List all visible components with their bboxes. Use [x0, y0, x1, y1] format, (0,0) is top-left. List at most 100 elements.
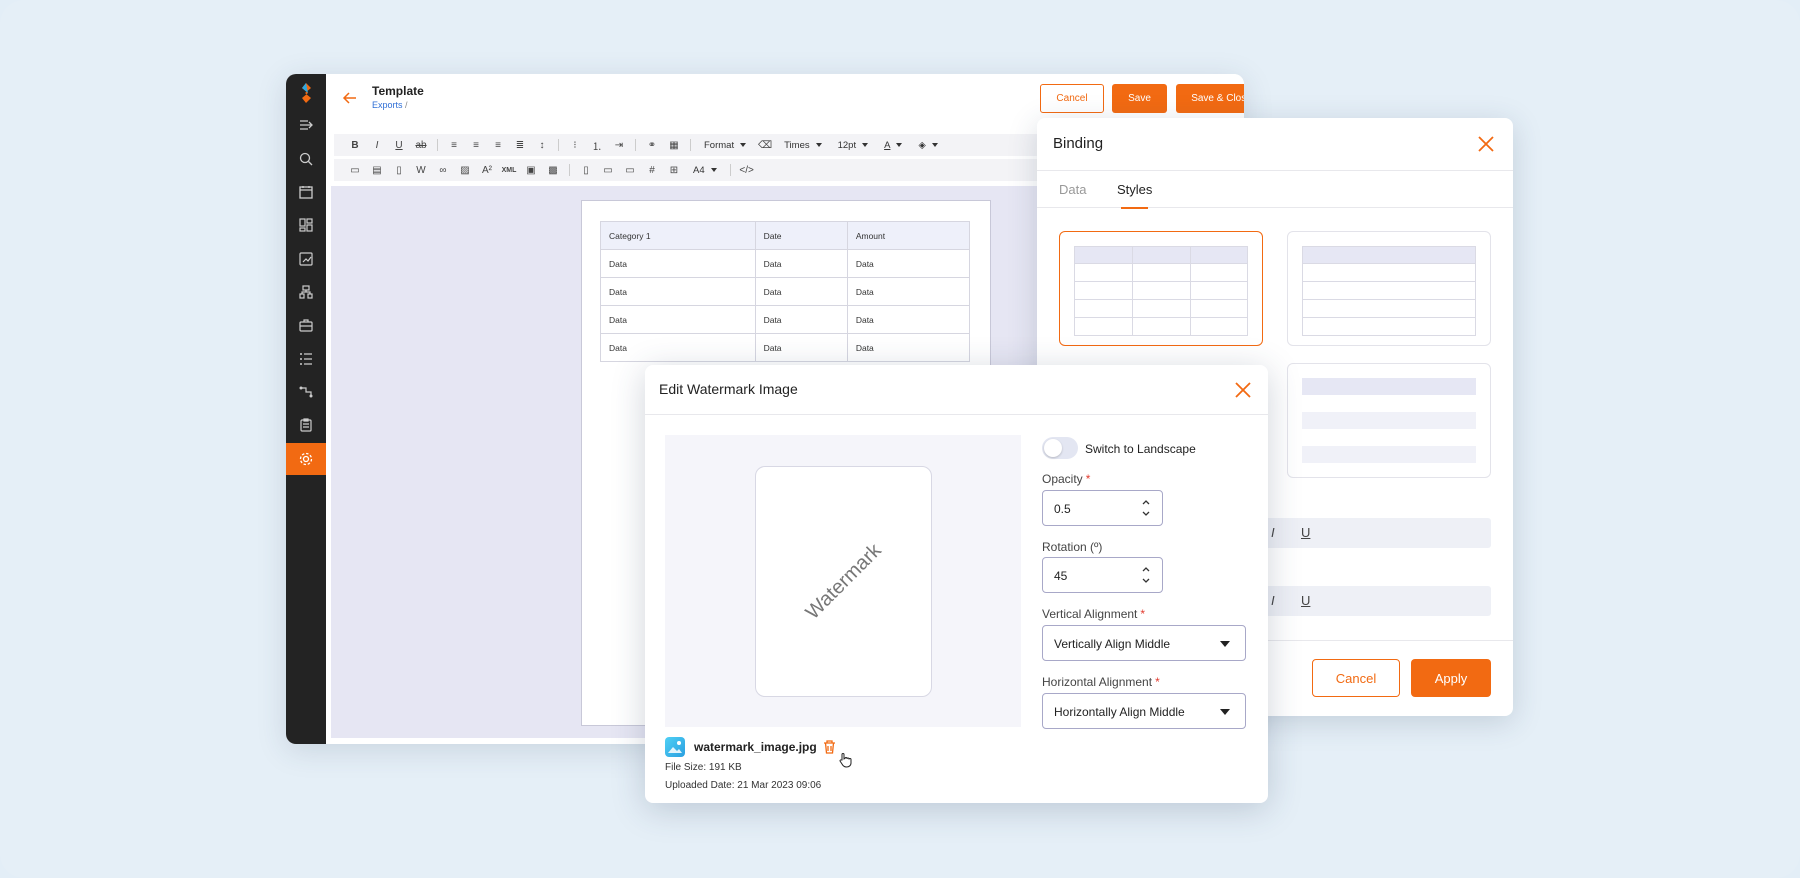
vertical-alignment-label-text: Vertical Alignment — [1042, 607, 1138, 621]
table-cell[interactable]: Data — [846, 277, 971, 306]
table-cell[interactable]: Data — [754, 277, 848, 306]
font-size-dropdown[interactable]: 12pt — [830, 134, 877, 156]
format-dropdown[interactable]: Format — [696, 134, 754, 156]
list-icon[interactable] — [286, 344, 326, 374]
opacity-stepper[interactable]: 0.5 — [1042, 490, 1163, 526]
file-name: watermark_image.jpg — [694, 740, 817, 754]
italic-toggle[interactable]: I — [1271, 525, 1275, 540]
numbered-list-icon[interactable]: ⒈ — [586, 134, 608, 156]
table-cell[interactable]: Data — [846, 249, 971, 278]
back-arrow-icon[interactable] — [340, 88, 360, 108]
table-cell[interactable]: Data — [600, 277, 756, 306]
xml-icon[interactable]: XML — [498, 159, 520, 181]
field-icon[interactable]: ▣ — [520, 159, 542, 181]
italic-icon[interactable]: I — [366, 134, 388, 156]
indent-icon[interactable]: ⇥ — [608, 134, 630, 156]
close-icon[interactable] — [1477, 135, 1495, 153]
table-cell[interactable]: Data — [600, 333, 756, 362]
strikethrough-icon[interactable]: ab — [410, 134, 432, 156]
expand-icon[interactable] — [286, 110, 326, 140]
table-cell[interactable]: Data — [600, 305, 756, 334]
align-right-icon[interactable]: ≡ — [487, 134, 509, 156]
landscape-toggle[interactable] — [1042, 437, 1078, 459]
dashboard-icon[interactable] — [286, 210, 326, 240]
footer-icon[interactable]: ▭ — [619, 159, 641, 181]
search-icon[interactable] — [286, 144, 326, 174]
line-height-icon[interactable]: ↕ — [531, 134, 553, 156]
margins-icon[interactable]: ⊞ — [663, 159, 685, 181]
chain-icon[interactable]: ∞ — [432, 159, 454, 181]
clipboard-icon[interactable] — [286, 410, 326, 440]
document-icon[interactable]: ▯ — [388, 159, 410, 181]
table-row[interactable]: Data Data Data — [600, 305, 971, 334]
cancel-button[interactable]: Cancel — [1040, 84, 1104, 113]
reports-icon[interactable] — [286, 244, 326, 274]
table-style-option-2[interactable] — [1287, 231, 1491, 346]
stepper-arrows-icon[interactable] — [1142, 498, 1150, 518]
table-cell[interactable]: Data — [846, 305, 971, 334]
close-icon[interactable] — [1234, 381, 1252, 399]
link-icon[interactable]: ⚭ — [641, 134, 663, 156]
table-cell[interactable]: Data — [754, 305, 848, 334]
tab-styles[interactable]: Styles — [1117, 182, 1152, 209]
vertical-alignment-select[interactable]: Vertically Align Middle — [1042, 625, 1246, 661]
connection-icon[interactable] — [286, 377, 326, 407]
word-icon[interactable]: W — [410, 159, 432, 181]
table-cell[interactable]: Data — [846, 333, 971, 362]
data-table[interactable]: Category 1 Date Amount Data Data Data Data Dat… — [600, 221, 971, 362]
barcode-icon[interactable]: ▩ — [542, 159, 564, 181]
font-dropdown[interactable]: Times — [776, 134, 830, 156]
eraser-icon[interactable]: ⌫ — [754, 134, 776, 156]
caret-down-icon — [1220, 709, 1230, 715]
table-row[interactable]: Data Data Data — [600, 333, 971, 362]
bold-icon[interactable]: B — [344, 134, 366, 156]
table-row[interactable]: Data Data Data — [600, 277, 971, 306]
text-color-dropdown[interactable]: A — [876, 134, 910, 156]
apply-button[interactable]: Apply — [1411, 659, 1491, 697]
tab-data[interactable]: Data — [1059, 182, 1086, 197]
table-header-cell[interactable]: Amount — [846, 221, 971, 250]
rotation-stepper[interactable]: 45 — [1042, 557, 1163, 593]
align-center-icon[interactable]: ≡ — [465, 134, 487, 156]
font-size-label: 12pt — [837, 139, 857, 151]
settings-icon[interactable] — [286, 443, 326, 475]
underline-toggle[interactable]: U — [1301, 593, 1310, 608]
save-and-close-button[interactable]: Save & Close — [1176, 84, 1244, 113]
highlight-dropdown[interactable]: ◈ — [910, 134, 945, 156]
underline-toggle[interactable]: U — [1301, 525, 1310, 540]
table-row[interactable]: Data Data Data — [600, 249, 971, 278]
hash-icon[interactable]: # — [641, 159, 663, 181]
bullet-list-icon[interactable]: ⁝ — [564, 134, 586, 156]
table-header-cell[interactable]: Category 1 — [600, 221, 756, 250]
table-header-cell[interactable]: Date — [754, 221, 848, 250]
code-icon[interactable]: </> — [736, 159, 758, 181]
logo-icon[interactable] — [286, 78, 326, 108]
table-style-option-4[interactable] — [1287, 363, 1491, 478]
calendar-icon[interactable] — [286, 177, 326, 207]
justify-icon[interactable]: ≣ — [509, 134, 531, 156]
table-cell[interactable]: Data — [754, 249, 848, 278]
superscript-icon[interactable]: A² — [476, 159, 498, 181]
grid-icon[interactable]: ▤ — [366, 159, 388, 181]
save-button[interactable]: Save — [1112, 84, 1167, 113]
horizontal-alignment-select[interactable]: Horizontally Align Middle — [1042, 693, 1246, 729]
image-icon[interactable]: ▨ — [454, 159, 476, 181]
binding-cancel-button[interactable]: Cancel — [1312, 659, 1400, 697]
table-cell[interactable]: Data — [754, 333, 848, 362]
table-cell[interactable]: Data — [600, 249, 756, 278]
page-icon[interactable]: ▯ — [575, 159, 597, 181]
layout-icon[interactable]: ▭ — [344, 159, 366, 181]
table-style-option-1[interactable] — [1059, 231, 1263, 346]
header-icon[interactable]: ▭ — [597, 159, 619, 181]
underline-icon[interactable]: U — [388, 134, 410, 156]
align-left-icon[interactable]: ≡ — [443, 134, 465, 156]
required-marker: * — [1085, 472, 1091, 486]
italic-toggle[interactable]: I — [1271, 593, 1275, 608]
breadcrumb-link[interactable]: Exports — [372, 100, 403, 110]
page-size-dropdown[interactable]: A4 — [685, 159, 725, 181]
stepper-arrows-icon[interactable] — [1142, 565, 1150, 585]
trash-icon[interactable] — [823, 740, 836, 759]
table-icon[interactable]: ▦ — [663, 134, 685, 156]
org-chart-icon[interactable] — [286, 277, 326, 307]
briefcase-icon[interactable] — [286, 310, 326, 340]
